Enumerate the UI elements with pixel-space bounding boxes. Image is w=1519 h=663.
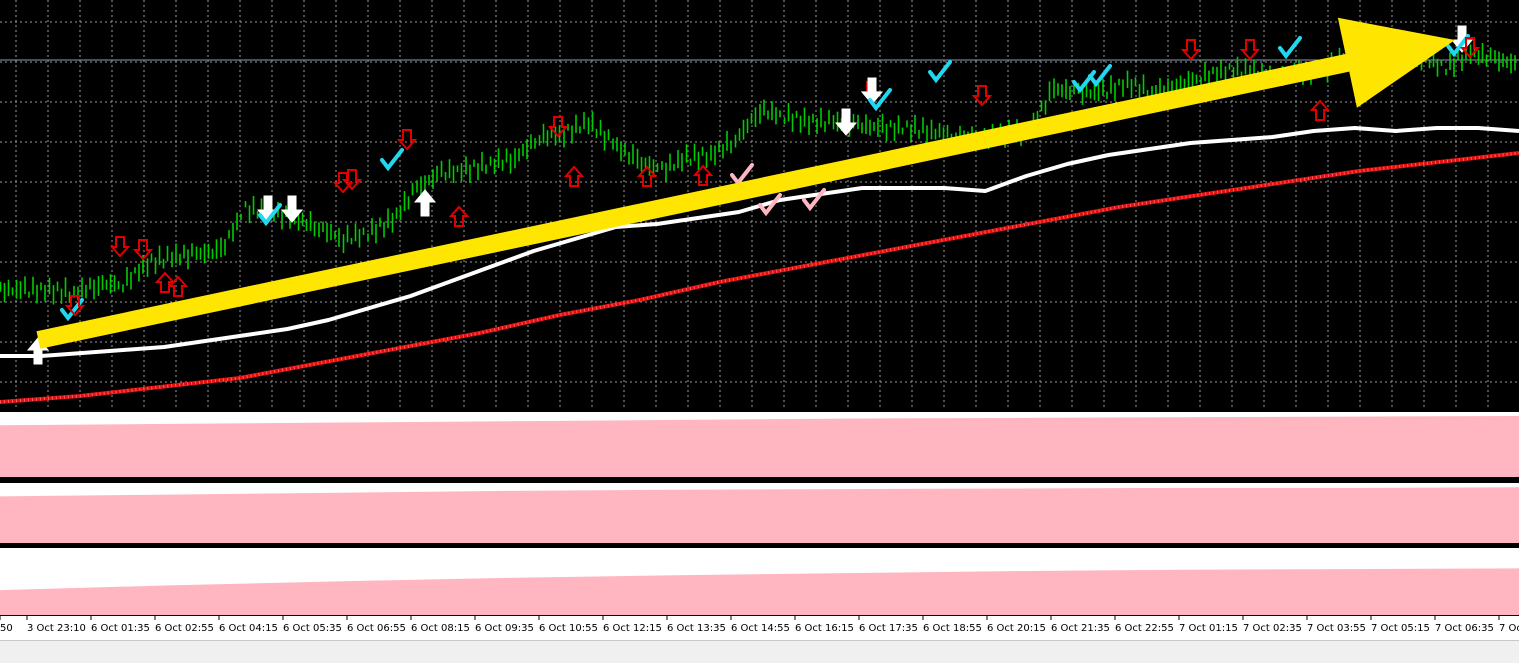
time-tick-label: 7 Oct 03:55	[1307, 623, 1366, 634]
panel-separator	[0, 408, 1519, 412]
time-tick-label: 6 Oct 10:55	[539, 623, 598, 634]
time-tick-label: 7 Oct 02:35	[1243, 623, 1302, 634]
time-tick-label: 6 Oct 01:35	[91, 623, 150, 634]
indicator-fill	[0, 415, 1519, 478]
time-tick-label: 6 Oct 08:15	[411, 623, 470, 634]
time-tick-label: 7 Oct 01:15	[1179, 623, 1238, 634]
status-bar	[0, 640, 1519, 663]
time-tick-label: 6 Oct 22:55	[1115, 623, 1174, 634]
time-tick-label: 6 Oct 21:35	[1051, 623, 1110, 634]
time-tick-label: 6 Oct 12:15	[603, 623, 662, 634]
time-axis: 50 3 Oct 23:10 6 Oct 01:35 6 Oct 02:55 6 Oct…	[0, 616, 1519, 640]
time-tick-label: 6 Oct 20:15	[987, 623, 1046, 634]
panel-separator	[0, 477, 1519, 480]
time-tick-label: 6 Oct 02:55	[155, 623, 214, 634]
time-tick-label: 7 Oct 05:15	[1371, 623, 1430, 634]
time-tick-label: 6 Oct 18:55	[923, 623, 982, 634]
time-tick-label: 6 Oct 06:55	[347, 623, 406, 634]
indicator-fill	[0, 487, 1519, 544]
time-tick-label: 6 Oct 17:35	[859, 623, 918, 634]
price-chart[interactable]: 50 3 Oct 23:10 6 Oct 01:35 6 Oct 02:55 6 Oct…	[0, 0, 1519, 662]
time-tick-label: 6 Oct 16:15	[795, 623, 854, 634]
time-tick-label: 6 Oct 14:55	[731, 623, 790, 634]
time-tick-label: 3 Oct 23:10	[27, 623, 86, 634]
time-tick-label: 6 Oct 09:35	[475, 623, 534, 634]
time-tick-label: 6 Oct 04:15	[219, 623, 278, 634]
time-tick-label: 6 Oct 13:35	[667, 623, 726, 634]
time-tick-label: 7 Oct 06:35	[1435, 623, 1494, 634]
panel-separator	[0, 543, 1519, 546]
time-tick-label: 7 Oc	[1499, 623, 1519, 634]
indicator-panels	[0, 408, 1519, 618]
time-tick-label: 6 Oct 05:35	[283, 623, 342, 634]
time-tick-label: 50	[0, 623, 13, 634]
